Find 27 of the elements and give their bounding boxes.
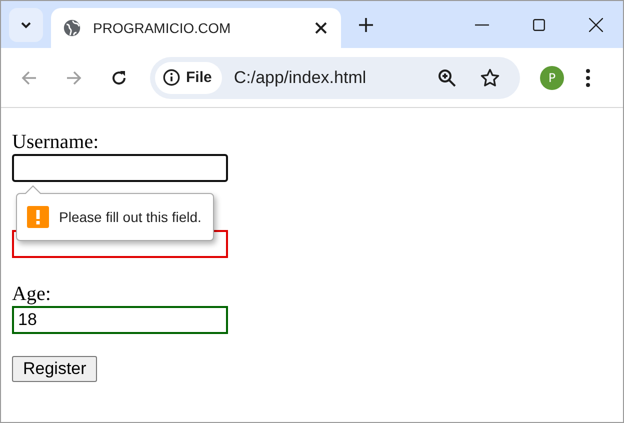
forward-icon[interactable] bbox=[66, 70, 82, 86]
site-info-chip[interactable]: File bbox=[155, 62, 222, 94]
info-icon bbox=[163, 69, 180, 86]
warning-icon bbox=[27, 206, 49, 228]
input-field[interactable] bbox=[12, 154, 228, 182]
globe-icon bbox=[63, 19, 81, 37]
field-label: Username: bbox=[12, 130, 99, 154]
tooltip-message: Please fill out this field. bbox=[59, 209, 202, 225]
register-button[interactable]: Register bbox=[12, 356, 98, 382]
url-text: C:/app/index.html bbox=[234, 68, 366, 88]
chevron-down-icon bbox=[20, 20, 32, 28]
minimize-icon[interactable] bbox=[475, 24, 489, 26]
reload-icon[interactable] bbox=[111, 70, 127, 86]
field-label: Age: bbox=[12, 282, 51, 306]
zoom-icon[interactable] bbox=[438, 68, 456, 86]
tab-title: PROGRAMICIO.COM bbox=[93, 20, 232, 36]
input-field[interactable]: 18 bbox=[12, 306, 228, 334]
star-icon[interactable] bbox=[480, 68, 500, 88]
browser-tab[interactable]: PROGRAMICIO.COM bbox=[51, 8, 341, 48]
back-icon[interactable] bbox=[21, 70, 37, 86]
chip-label: File bbox=[186, 69, 212, 86]
menu-icon[interactable] bbox=[586, 68, 590, 86]
close-icon[interactable] bbox=[589, 18, 603, 32]
close-icon[interactable] bbox=[315, 22, 327, 34]
maximize-icon[interactable] bbox=[533, 18, 545, 30]
address-bar[interactable]: File C:/app/index.html bbox=[150, 56, 520, 98]
new-tab-icon[interactable] bbox=[359, 18, 373, 32]
